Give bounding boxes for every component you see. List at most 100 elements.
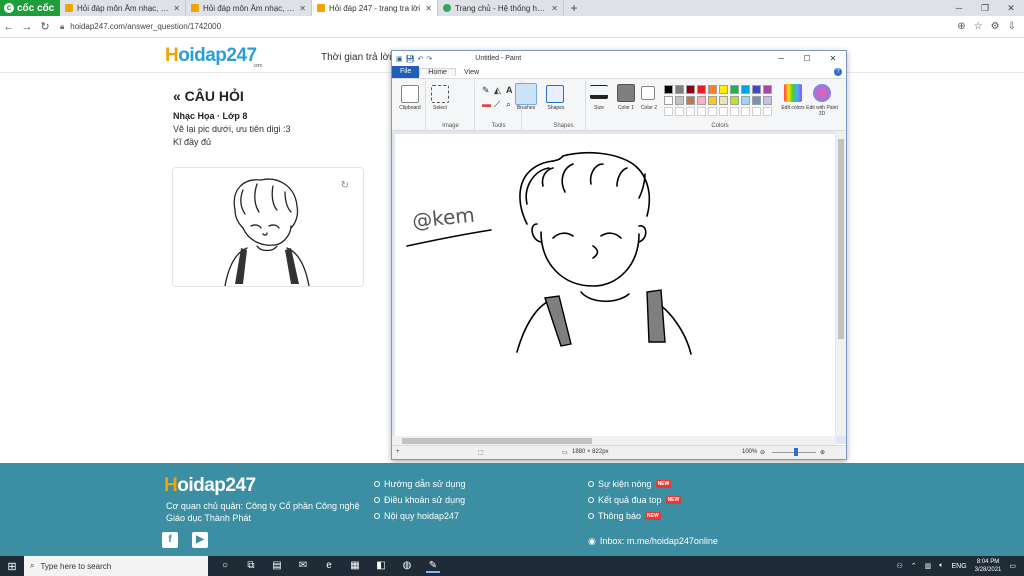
edit-colors-button[interactable]: Edit colors: [780, 81, 806, 130]
cortana-icon[interactable]: ○: [218, 560, 232, 573]
tab-1[interactable]: Hỏi đáp môn Âm nhạc, Mỹ thu ✕: [60, 0, 186, 16]
coccoc-icon[interactable]: ◍: [400, 560, 414, 573]
color1-selector[interactable]: Color 1: [614, 81, 638, 130]
footer-link[interactable]: Sự kiện nóng NEW: [588, 476, 681, 492]
brushes-icon[interactable]: [515, 83, 537, 105]
volume-icon[interactable]: 🔈︎: [939, 562, 943, 570]
tab-3-active[interactable]: Hỏi đáp 247 - trang tra lời ✕: [312, 0, 438, 16]
edit-paint3d-button[interactable]: Edit with Paint 3D: [806, 81, 838, 130]
palette-color-swatch[interactable]: [730, 85, 739, 94]
pencil-icon[interactable]: ✎: [482, 85, 490, 96]
custom-color-swatch[interactable]: [719, 107, 728, 116]
reload-icon[interactable]: ↻: [36, 20, 54, 33]
windows-start-icon[interactable]: ⊞: [0, 560, 24, 573]
custom-color-swatch[interactable]: [763, 107, 772, 116]
inbox-link[interactable]: ◉ Inbox: m.me/hoidap247online: [588, 533, 718, 549]
close-tab-icon[interactable]: ✕: [551, 4, 558, 13]
back-arrow-icon[interactable]: ←: [0, 21, 18, 33]
custom-color-swatch[interactable]: [752, 107, 761, 116]
palette-color-swatch[interactable]: [697, 85, 706, 94]
custom-color-swatch[interactable]: [708, 107, 717, 116]
site-logo[interactable]: Hoidap247 .com: [165, 45, 262, 69]
fill-icon[interactable]: ◭: [494, 85, 501, 96]
paste-icon[interactable]: [401, 85, 419, 103]
mail-icon[interactable]: ✉: [296, 560, 310, 573]
extension-icon[interactable]: ⚙: [991, 21, 1000, 32]
minimize-icon[interactable]: ─: [768, 54, 794, 63]
zoom-out-icon[interactable]: ⊖: [760, 449, 765, 456]
palette-color-swatch[interactable]: [719, 85, 728, 94]
help-icon[interactable]: ?: [834, 68, 842, 76]
zoom-icon[interactable]: ⊕: [957, 21, 965, 32]
rotate-icon[interactable]: ↻: [341, 180, 349, 191]
close-tab-icon[interactable]: ✕: [299, 4, 306, 13]
edge-icon[interactable]: e: [322, 560, 336, 573]
chevron-up-icon[interactable]: ⌃: [911, 562, 917, 570]
color-picker-icon[interactable]: ⟋: [494, 99, 500, 110]
custom-color-swatch[interactable]: [741, 107, 750, 116]
zoom-in-icon[interactable]: ⊕: [820, 449, 825, 456]
browser-brand[interactable]: c cốc cốc: [0, 0, 60, 16]
drawing-canvas[interactable]: @kem: [395, 134, 835, 437]
star-icon[interactable]: ☆: [974, 21, 983, 32]
palette-color-swatch[interactable]: [730, 96, 739, 105]
palette-color-swatch[interactable]: [686, 96, 695, 105]
download-icon[interactable]: ⇩: [1008, 21, 1016, 32]
close-icon[interactable]: ✕: [820, 54, 846, 63]
palette-color-swatch[interactable]: [719, 96, 728, 105]
tab-home[interactable]: Home: [419, 68, 456, 76]
new-tab-button[interactable]: +: [564, 0, 584, 16]
palette-color-swatch[interactable]: [752, 96, 761, 105]
url-field[interactable]: 🔒︎ hoidap247.com/answer_question/1742000: [60, 19, 820, 35]
save-icon[interactable]: 💾︎: [406, 55, 415, 63]
store-icon[interactable]: ▦: [348, 560, 362, 573]
add-icon[interactable]: +: [396, 449, 400, 455]
custom-color-swatch[interactable]: [664, 107, 673, 116]
eraser-icon[interactable]: ▬: [482, 99, 491, 109]
close-tab-icon[interactable]: ✕: [425, 4, 432, 13]
color2-selector[interactable]: Color 2: [638, 81, 660, 130]
undo-icon[interactable]: ↶: [418, 55, 424, 63]
tab-2[interactable]: Hỏi đáp môn Âm nhạc, Mỹ thu ✕: [186, 0, 312, 16]
palette-color-swatch[interactable]: [763, 96, 772, 105]
paint-taskbar-icon[interactable]: ✎: [426, 560, 440, 573]
palette-color-swatch[interactable]: [664, 85, 673, 94]
tab-4[interactable]: Trang chủ - Hệ thống học và ✕: [438, 0, 564, 16]
palette-color-swatch[interactable]: [752, 85, 761, 94]
zoom-slider-thumb[interactable]: [794, 448, 798, 456]
people-icon[interactable]: ⚇: [897, 562, 903, 570]
language-indicator[interactable]: ENG: [952, 563, 967, 570]
forward-arrow-icon[interactable]: →: [18, 21, 36, 33]
size-icon[interactable]: [590, 85, 608, 99]
footer-link[interactable]: Kết quả đua top NEW: [588, 492, 682, 508]
facebook-icon[interactable]: f: [162, 532, 178, 548]
palette-color-swatch[interactable]: [741, 85, 750, 94]
office-icon[interactable]: ◧: [374, 560, 388, 573]
redo-icon[interactable]: ↷: [426, 55, 432, 63]
file-explorer-icon[interactable]: ▤: [270, 560, 284, 573]
restore-icon[interactable]: ❐: [972, 0, 998, 16]
footer-logo[interactable]: Hoidap247: [164, 475, 256, 497]
palette-color-swatch[interactable]: [708, 96, 717, 105]
palette-color-swatch[interactable]: [675, 96, 684, 105]
footer-link[interactable]: Hướng dẫn sử dụng: [374, 476, 466, 492]
network-icon[interactable]: ▥: [925, 562, 932, 570]
vertical-scrollbar[interactable]: [836, 131, 846, 436]
footer-link[interactable]: Thông báo NEW: [588, 508, 681, 524]
maximize-icon[interactable]: ☐: [794, 54, 820, 63]
shapes-icon[interactable]: [546, 85, 564, 103]
notifications-icon[interactable]: ▭: [1009, 562, 1016, 570]
close-icon[interactable]: ✕: [998, 0, 1024, 16]
task-view-icon[interactable]: ⧉: [244, 560, 258, 573]
minimize-icon[interactable]: ─: [946, 0, 972, 16]
select-icon[interactable]: [431, 85, 449, 103]
palette-color-swatch[interactable]: [675, 85, 684, 94]
question-image-card[interactable]: ↻: [172, 167, 364, 287]
taskbar-search[interactable]: ⌕ Type here to search: [24, 556, 208, 576]
palette-color-swatch[interactable]: [741, 96, 750, 105]
custom-color-swatch[interactable]: [675, 107, 684, 116]
tab-view[interactable]: View: [456, 69, 487, 76]
palette-color-swatch[interactable]: [664, 96, 673, 105]
footer-link[interactable]: Điều khoản sử dụng: [374, 492, 466, 508]
tab-file[interactable]: File: [392, 66, 420, 78]
